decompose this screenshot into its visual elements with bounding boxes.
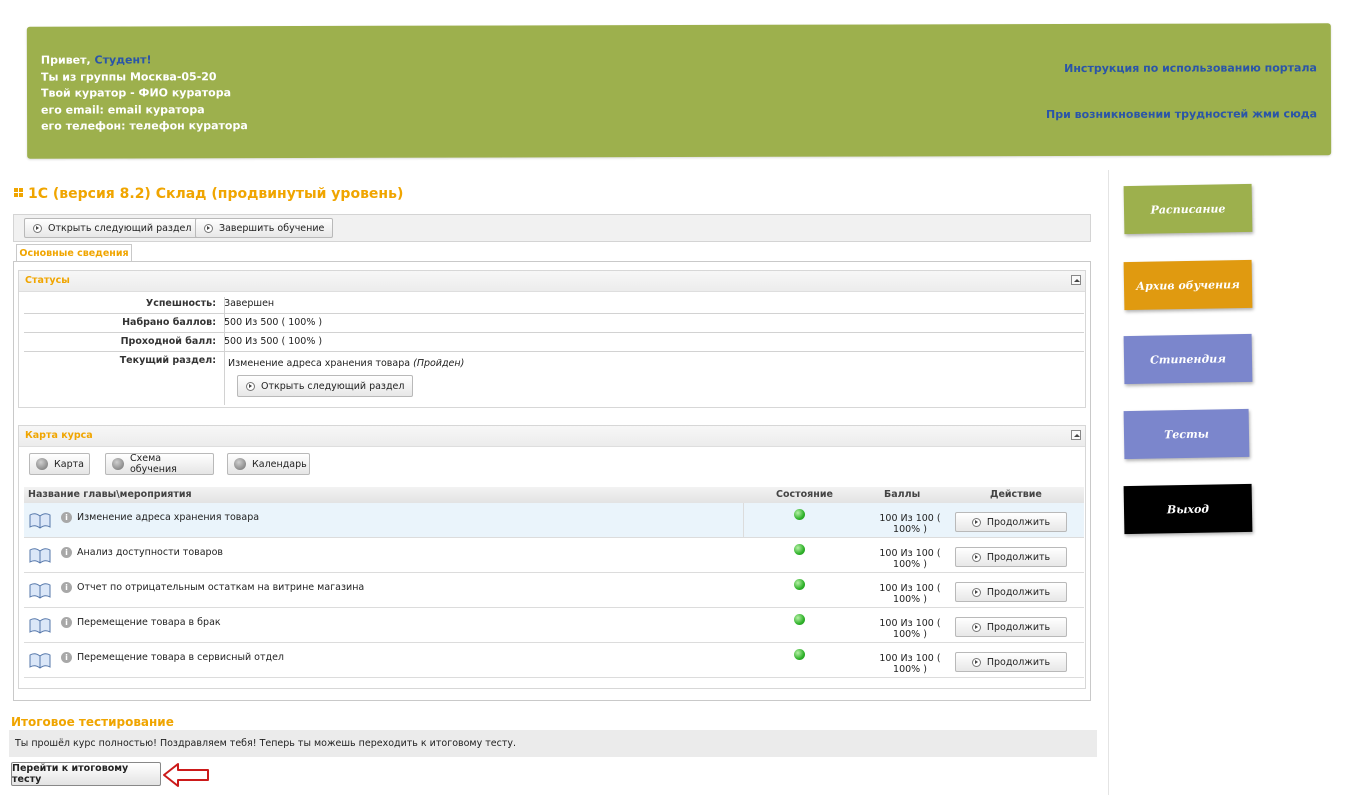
- info-icon[interactable]: i: [61, 652, 72, 663]
- open-next-section-button[interactable]: Открыть следующий раздел: [24, 218, 201, 238]
- status-complete-icon: [794, 614, 805, 625]
- clock-icon: [234, 458, 246, 470]
- sidebar-divider: [1108, 170, 1109, 795]
- open-next-section-button-2[interactable]: Открыть следующий раздел: [237, 375, 414, 397]
- book-icon: [29, 583, 51, 599]
- group-line: Ты из группы Москва-05-20: [40, 69, 217, 84]
- curator-phone-line: его телефон: телефон куратора: [41, 119, 248, 133]
- finish-training-button[interactable]: Завершить обучение: [195, 218, 334, 238]
- play-icon: [246, 381, 255, 391]
- chapter-name: Анализ доступности товаров: [77, 547, 224, 558]
- info-icon[interactable]: i: [61, 582, 72, 593]
- nav-scholarship-button[interactable]: Стипендия: [1123, 333, 1253, 385]
- play-icon: [971, 622, 981, 632]
- table-row: i Перемещение товара в сервисный отдел 1…: [24, 643, 1084, 678]
- continue-button[interactable]: Продолжить: [955, 547, 1067, 567]
- view-scheme-button[interactable]: Схема обучения: [105, 453, 214, 475]
- info-icon[interactable]: i: [61, 512, 72, 523]
- status-row-passing: Проходной балл: 500 Из 500 ( 100% ): [24, 333, 1084, 352]
- page-title: 1С (версия 8.2) Склад (продвинутый урове…: [14, 186, 403, 202]
- chapter-score: 100 Из 100 (100% ): [879, 618, 941, 640]
- statuses-title: Статусы: [25, 275, 70, 286]
- row-cell-divider: [743, 503, 744, 537]
- chapter-name: Отчет по отрицательным остаткам на витри…: [77, 582, 365, 593]
- collapse-icon[interactable]: [1071, 430, 1081, 440]
- course-map-header: Карта курса: [19, 426, 1085, 447]
- tab-panel: Статусы Успешность: Завершен Набрано балл…: [13, 261, 1091, 701]
- tab-main-info[interactable]: Основные сведения: [16, 244, 132, 262]
- grid-icon: [14, 188, 23, 197]
- chapter-name: Изменение адреса хранения товара: [77, 512, 260, 523]
- play-icon: [33, 223, 42, 233]
- play-icon: [971, 657, 981, 667]
- status-complete-icon: [794, 509, 805, 520]
- continue-button[interactable]: Продолжить: [955, 512, 1067, 532]
- chapter-score: 100 Из 100 (100% ): [879, 513, 941, 535]
- col-status: Состояние: [776, 489, 833, 500]
- nav-logout-button[interactable]: Выход: [1123, 483, 1253, 535]
- col-score: Баллы: [884, 489, 921, 500]
- user-name: Студент!: [94, 53, 152, 67]
- col-action: Действие: [990, 489, 1042, 500]
- nav-tests-button[interactable]: Тесты: [1123, 408, 1250, 460]
- course-table-header: Название главы\мероприятия Состояние Бал…: [24, 487, 1084, 504]
- statuses-header: Статусы: [19, 271, 1085, 292]
- header-banner: Привет, Студент! Ты из группы Москва-05-…: [26, 23, 1332, 159]
- course-map-title: Карта курса: [25, 430, 93, 441]
- info-icon[interactable]: i: [61, 617, 72, 628]
- continue-button[interactable]: Продолжить: [955, 617, 1067, 637]
- current-section-note: (Пройден): [413, 358, 465, 369]
- play-icon: [971, 517, 981, 527]
- play-icon: [971, 587, 981, 597]
- greeting-prefix: Привет,: [40, 53, 91, 67]
- chapter-score: 100 Из 100 (100% ): [879, 583, 941, 605]
- play-icon: [971, 552, 981, 562]
- status-complete-icon: [794, 579, 805, 590]
- share-icon: [112, 458, 124, 470]
- instructions-link[interactable]: Инструкция по использованию портала: [1046, 60, 1317, 77]
- status-row-success: Успешность: Завершен: [24, 295, 1084, 314]
- status-divider: [224, 297, 225, 405]
- info-icon[interactable]: i: [61, 547, 72, 558]
- table-row: i Анализ доступности товаров 100 Из 100 …: [24, 538, 1084, 573]
- book-icon: [29, 513, 51, 529]
- current-section-name: Изменение адреса хранения товара: [228, 358, 411, 369]
- statuses-panel: Статусы Успешность: Завершен Набрано балл…: [18, 270, 1086, 408]
- view-calendar-button[interactable]: Календарь: [227, 453, 310, 475]
- go-to-final-test-button[interactable]: Перейти к итоговому тесту: [11, 762, 161, 786]
- table-row: i Изменение адреса хранения товара 100 И…: [24, 503, 1084, 538]
- nav-archive-button[interactable]: Архив обучения: [1123, 259, 1253, 311]
- continue-button[interactable]: Продолжить: [955, 582, 1067, 602]
- book-icon: [29, 618, 51, 634]
- left-arrow-icon: [163, 763, 209, 787]
- status-complete-icon: [794, 649, 805, 660]
- table-row: i Отчет по отрицательным остаткам на вит…: [24, 573, 1084, 608]
- chapter-name: Перемещение товара в брак: [77, 617, 221, 628]
- course-toolbar: Открыть следующий раздел Завершить обуче…: [13, 214, 1091, 242]
- view-map-button[interactable]: Карта: [29, 453, 90, 475]
- status-row-points: Набрано баллов: 500 Из 500 ( 100% ): [24, 314, 1084, 333]
- final-test-title: Итоговое тестирование: [11, 715, 174, 729]
- curator-email-line: его email: email куратора: [41, 102, 205, 117]
- chapter-score: 100 Из 100 (100% ): [879, 653, 941, 675]
- status-complete-icon: [794, 544, 805, 555]
- final-test-message: Ты прошёл курс полностью! Поздравляем те…: [9, 730, 1097, 757]
- help-link[interactable]: При возникновении трудностей жми сюда: [1046, 106, 1317, 123]
- continue-button[interactable]: Продолжить: [955, 652, 1067, 672]
- map-icon: [36, 458, 48, 470]
- col-name: Название главы\мероприятия: [28, 489, 192, 500]
- greeting-block: Привет, Студент! Ты из группы Москва-05-…: [41, 52, 248, 135]
- table-row: i Перемещение товара в брак 100 Из 100 (…: [24, 608, 1084, 643]
- chapter-name: Перемещение товара в сервисный отдел: [77, 652, 285, 663]
- header-links: Инструкция по использованию портала При …: [1046, 60, 1317, 123]
- curator-line: Твой куратор - ФИО куратора: [40, 86, 232, 100]
- chapter-score: 100 Из 100 (100% ): [879, 548, 941, 570]
- status-row-current-section: Текущий раздел: Изменение адреса хранени…: [24, 352, 1084, 405]
- book-icon: [29, 548, 51, 564]
- book-icon: [29, 653, 51, 669]
- nav-schedule-button[interactable]: Расписание: [1123, 183, 1253, 235]
- collapse-icon[interactable]: [1071, 275, 1081, 285]
- play-icon: [204, 223, 213, 233]
- course-map-panel: Карта курса Карта Схема обучения Календа…: [18, 425, 1086, 689]
